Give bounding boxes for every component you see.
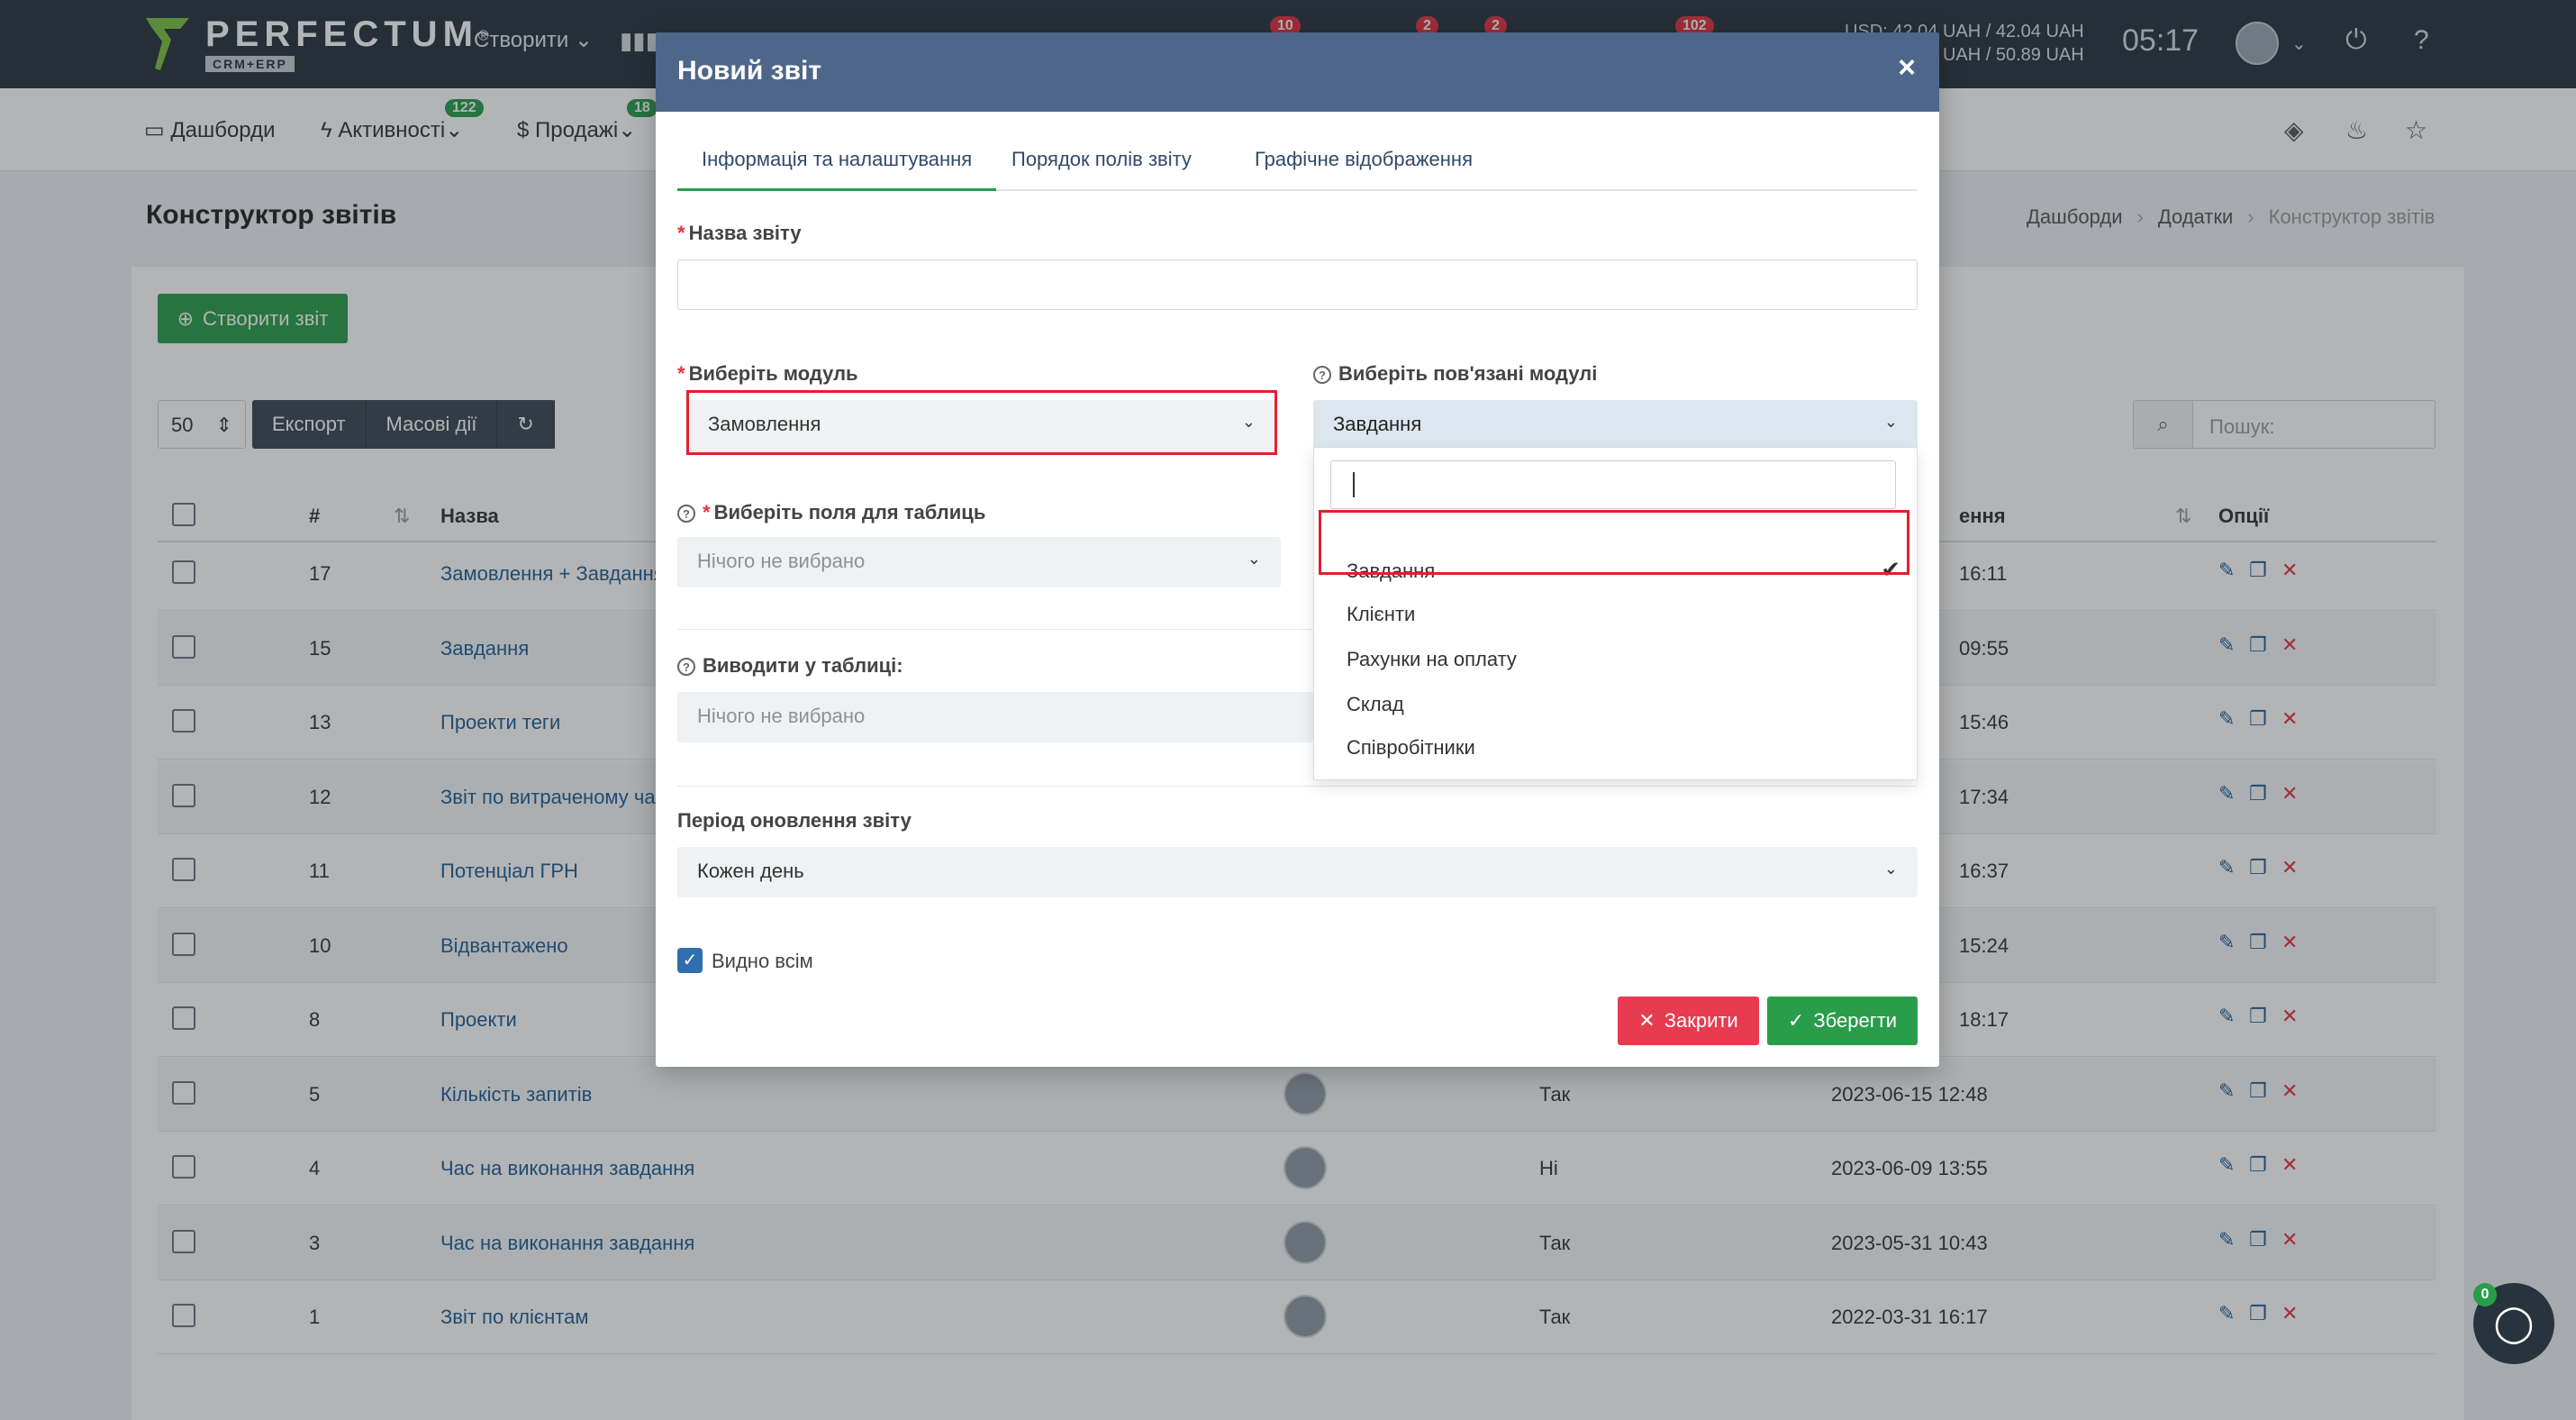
save-button-label: Зберегти [1813, 1009, 1898, 1032]
chevron-down-icon: ⌄ [1883, 860, 1898, 878]
chevron-down-icon: ⌄ [1247, 550, 1261, 568]
period-select[interactable]: Кожен день ⌄ [677, 847, 1918, 897]
fields-select-value: Нічого не вибрано [697, 550, 866, 572]
output-select-value: Нічого не вибрано [697, 705, 866, 727]
save-button[interactable]: ✓ Зберегти [1767, 997, 1918, 1045]
dropdown-search-input[interactable] [1330, 460, 1896, 509]
chevron-down-icon: ⌄ [1883, 413, 1898, 431]
related-modules-select[interactable]: Завдання ⌄ [1313, 400, 1918, 451]
related-modules-label-text: Виберіть пов'язані модулі [1338, 362, 1598, 385]
chat-bubble-icon: ◯ [2493, 1304, 2535, 1343]
dropdown-option[interactable]: Рахунки на оплату [1347, 648, 1517, 671]
tab-graphics[interactable]: Графічне відображення [1230, 144, 1497, 191]
period-label: Період оновлення звіту [677, 809, 912, 832]
visible-all-checkbox[interactable]: ✓ [677, 948, 703, 973]
modal-title: Новий звіт [677, 56, 822, 86]
new-report-modal: Новий звіт × Інформація та налаштування … [656, 32, 1939, 1067]
module-label-text: Виберіть модуль [688, 362, 858, 385]
related-modules-dropdown: Завдання ✔ Клієнти Рахунки на оплату Скл… [1313, 447, 1918, 780]
divider [677, 786, 1918, 787]
related-modules-value: Завдання [1333, 413, 1422, 435]
report-name-input[interactable] [677, 259, 1918, 310]
modal-header: Новий звіт × [656, 32, 1939, 112]
text-caret [1353, 472, 1355, 497]
output-label-text: Виводити у таблиці: [703, 654, 903, 677]
visible-all-label: Видно всім [712, 950, 813, 972]
close-icon: ✕ [1638, 1009, 1655, 1032]
output-select[interactable]: Нічого не вибрано [677, 692, 1313, 742]
fields-select[interactable]: Нічого не вибрано ⌄ [677, 537, 1281, 587]
close-icon[interactable]: × [1898, 50, 1916, 86]
check-icon: ✓ [1787, 1009, 1805, 1032]
dropdown-option[interactable]: Співробітники [1347, 736, 1475, 760]
close-button-label: Закрити [1664, 1009, 1738, 1032]
highlight-box [1319, 510, 1909, 575]
close-button[interactable]: ✕ Закрити [1618, 997, 1759, 1045]
fields-label: ? * Виберіть поля для таблиць [677, 501, 985, 524]
highlight-box [686, 390, 1277, 455]
tab-fields-order[interactable]: Порядок полів звіту [987, 144, 1216, 191]
fields-label-text: Виберіть поля для таблиць [713, 501, 986, 523]
dropdown-option[interactable]: Склад [1347, 693, 1404, 716]
period-select-value: Кожен день [697, 860, 804, 882]
report-name-label-text: Назва звіту [688, 222, 802, 244]
modal-tabs: Інформація та налаштування Порядок полів… [677, 144, 1918, 191]
related-modules-label: ? Виберіть пов'язані модулі [1313, 362, 1597, 386]
help-circle-icon: ? [1313, 366, 1331, 384]
output-label: ? Виводити у таблиці: [677, 654, 903, 678]
report-name-label: * Назва звіту [677, 222, 802, 244]
dropdown-option[interactable]: Клієнти [1347, 603, 1415, 626]
tab-info-settings[interactable]: Інформація та налаштування [677, 144, 997, 191]
help-circle-icon: ? [677, 505, 695, 523]
divider [677, 629, 1313, 630]
help-circle-icon: ? [677, 658, 695, 676]
module-label: * Виберіть модуль [677, 362, 858, 385]
chat-badge: 0 [2473, 1283, 2497, 1306]
